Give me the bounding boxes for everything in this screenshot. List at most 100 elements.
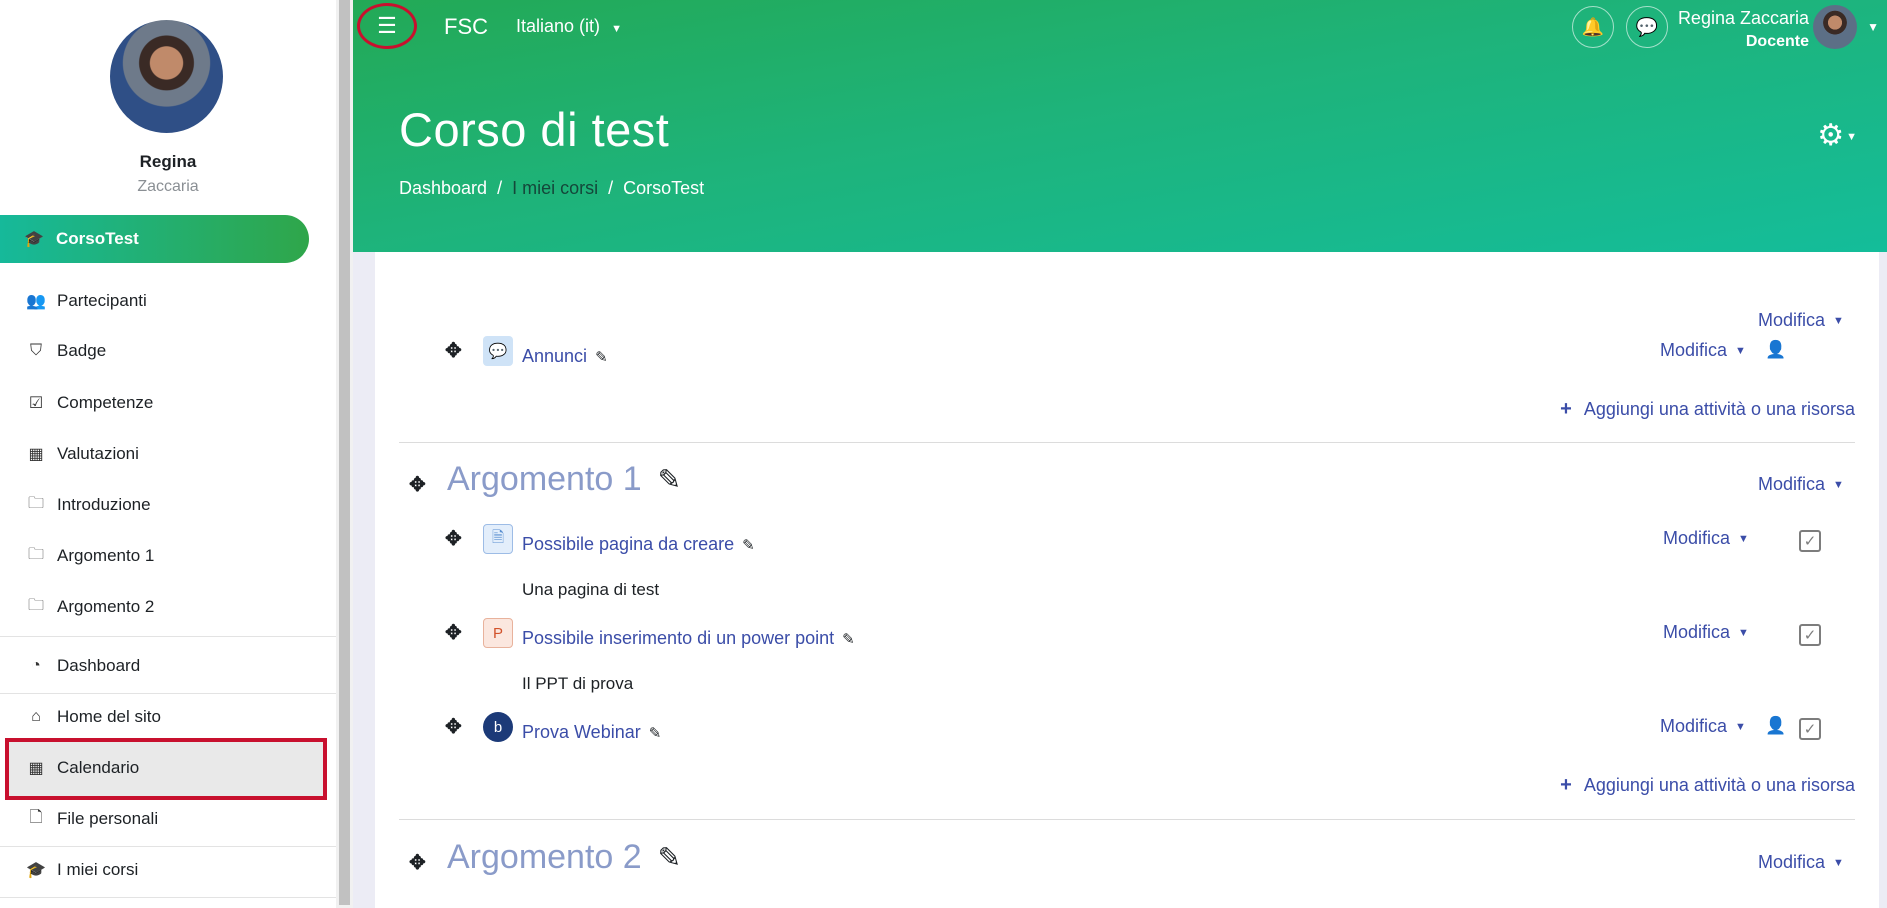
- sidebar-item-introduzione[interactable]: 🗀 Introduzione: [0, 480, 336, 530]
- sidebar-item-partecipanti[interactable]: 👥 Partecipanti: [0, 276, 336, 326]
- breadcrumb-dashboard[interactable]: Dashboard: [399, 178, 487, 199]
- activity-link[interactable]: Annunci: [522, 346, 587, 367]
- language-label: Italiano (it): [516, 16, 601, 36]
- move-icon[interactable]: ✥: [445, 714, 462, 739]
- sidebar-item-label: Valutazioni: [57, 444, 139, 463]
- activity-edit-menu[interactable]: Modifica ▼: [1660, 716, 1746, 737]
- bell-icon: 🔔: [1581, 16, 1605, 37]
- activity-edit-menu[interactable]: Modifica ▼: [1663, 622, 1749, 643]
- add-activity-label: Aggiungi una attività o una risorsa: [1583, 399, 1855, 419]
- sidebar-item-label: Argomento 2: [57, 597, 155, 616]
- gear-icon: ⚙: [1817, 119, 1845, 152]
- pencil-icon[interactable]: ✎: [649, 724, 662, 742]
- completion-checkbox[interactable]: ✓: [1799, 718, 1821, 740]
- section-edit-menu[interactable]: Modifica ▼: [1758, 474, 1844, 495]
- course-settings-button[interactable]: ⚙ ▼: [1817, 118, 1857, 153]
- sidebar-item-label: Introduzione: [57, 495, 151, 514]
- users-icon: 👥: [26, 293, 46, 310]
- user-last-name: Zaccaria: [137, 178, 199, 195]
- activity-edit-menu[interactable]: Modifica ▼: [1663, 528, 1749, 549]
- completion-checkbox[interactable]: ✓: [1799, 624, 1821, 646]
- add-activity-button[interactable]: + Aggiungi una attività o una risorsa: [1560, 398, 1855, 421]
- activity-description: Una pagina di test: [522, 580, 660, 599]
- user-first-name: Regina: [139, 152, 197, 171]
- messages-button[interactable]: 💬: [1626, 6, 1668, 48]
- menu-toggle-button[interactable]: ☰: [357, 3, 417, 49]
- chevron-down-icon: ▼: [1833, 857, 1844, 870]
- sidebar-item-home[interactable]: ⌂ Home del sito: [0, 692, 336, 742]
- activity-link[interactable]: Prova Webinar: [522, 722, 641, 743]
- section-divider: [399, 442, 1855, 443]
- add-activity-label: Aggiungi una attività o una risorsa: [1583, 775, 1855, 795]
- bigbluebutton-icon: b: [483, 712, 513, 742]
- completion-checkbox[interactable]: ✓: [1799, 530, 1821, 552]
- sidebar-item-file-personali[interactable]: 🗋 File personali: [0, 794, 336, 844]
- sidebar-scrollbar[interactable]: [336, 0, 353, 908]
- move-icon[interactable]: ✥: [445, 338, 462, 363]
- sidebar-item-label: Partecipanti: [57, 291, 147, 310]
- user-icon[interactable]: 👤: [1765, 716, 1786, 736]
- sidebar-item-current-course[interactable]: 🎓 CorsoTest: [0, 215, 309, 263]
- add-activity-button[interactable]: + Aggiungi una attività o una risorsa: [1560, 774, 1855, 797]
- sidebar-item-label: Competenze: [57, 393, 154, 412]
- breadcrumb-course[interactable]: CorsoTest: [623, 178, 704, 199]
- user-name[interactable]: Regina Zaccaria: [1678, 8, 1809, 29]
- section-edit-menu[interactable]: Modifica ▼: [1758, 310, 1844, 331]
- sidebar-item-valutazioni[interactable]: ▦ Valutazioni: [0, 429, 336, 479]
- chevron-down-icon: ▼: [611, 23, 622, 35]
- edit-label: Modifica: [1660, 340, 1728, 360]
- sidebar-item-dashboard[interactable]: ◔ Dashboard: [0, 641, 336, 691]
- notifications-button[interactable]: 🔔: [1572, 6, 1614, 48]
- move-icon[interactable]: ✥: [409, 850, 426, 875]
- pencil-icon[interactable]: ✎: [742, 536, 755, 554]
- activity-edit-menu[interactable]: Modifica ▼: [1660, 340, 1746, 361]
- section-name[interactable]: Argomento 2: [447, 838, 642, 877]
- sidebar-item-label: Home del sito: [57, 707, 161, 726]
- sidebar-item-argomento-1[interactable]: 🗀 Argomento 1: [0, 531, 336, 581]
- chevron-down-icon: ▼: [1833, 479, 1844, 492]
- move-icon[interactable]: ✥: [409, 472, 426, 497]
- tachometer-icon: ◔: [31, 657, 41, 674]
- sidebar-item-argomento-2[interactable]: 🗀 Argomento 2: [0, 582, 336, 632]
- section-edit-menu[interactable]: Modifica ▼: [1758, 852, 1844, 873]
- chevron-down-icon[interactable]: ▼: [1867, 20, 1879, 34]
- sidebar-item-label: CorsoTest: [56, 229, 139, 248]
- pencil-icon[interactable]: ✎: [595, 348, 608, 366]
- section-name[interactable]: Argomento 1: [447, 460, 642, 499]
- shield-icon: ⛉: [29, 342, 42, 359]
- sidebar-item-label: File personali: [57, 809, 159, 828]
- sidebar-item-miei-corsi[interactable]: 🎓 I miei corsi: [0, 845, 336, 895]
- breadcrumb-miei-corsi[interactable]: I miei corsi: [512, 178, 598, 199]
- sidebar-item-badge[interactable]: ⛉ Badge: [0, 326, 336, 376]
- chevron-down-icon: ▼: [1735, 345, 1746, 358]
- move-icon[interactable]: ✥: [445, 526, 462, 551]
- pencil-icon[interactable]: ✎: [842, 630, 855, 648]
- page-title: Corso di test: [399, 103, 670, 156]
- scrollbar-thumb[interactable]: [339, 0, 350, 905]
- nav-drawer: Regina Zaccaria 🎓 CorsoTest 👥 Partecipan…: [0, 0, 336, 908]
- chevron-down-icon: ▼: [1735, 721, 1746, 734]
- forum-icon: 💬: [483, 336, 513, 366]
- user-avatar[interactable]: [110, 20, 223, 133]
- activity-description: Il PPT di prova: [522, 674, 634, 693]
- chevron-down-icon: ▼: [1738, 533, 1749, 546]
- site-brand[interactable]: FSC: [444, 14, 488, 40]
- move-icon[interactable]: ✥: [445, 620, 462, 645]
- user-avatar-small[interactable]: [1813, 5, 1857, 49]
- breadcrumb-separator: /: [497, 178, 503, 198]
- sidebar-item-label: I miei corsi: [57, 860, 139, 879]
- breadcrumb: Dashboard / I miei corsi / CorsoTest: [399, 178, 704, 199]
- folder-icon: 🗀: [27, 545, 44, 563]
- language-menu[interactable]: Italiano (it) ▼: [516, 16, 622, 37]
- hamburger-icon: ☰: [377, 13, 397, 38]
- activity-link[interactable]: Possibile inserimento di un power point: [522, 628, 834, 649]
- user-icon[interactable]: 👤: [1765, 340, 1786, 360]
- folder-icon: 🗀: [27, 494, 44, 512]
- sidebar-item-calendario[interactable]: ▦ Calendario: [0, 743, 336, 793]
- course-content: Modifica ▼ ✥ 💬 Annunci ✎ Modifica ▼ 👤 + Agg…: [375, 252, 1879, 908]
- calendar-icon: ▦: [28, 760, 44, 777]
- pencil-icon[interactable]: ✎: [658, 841, 681, 874]
- activity-link[interactable]: Possibile pagina da creare: [522, 534, 734, 555]
- sidebar-item-competenze[interactable]: ☑ Competenze: [0, 378, 336, 428]
- pencil-icon[interactable]: ✎: [658, 463, 681, 496]
